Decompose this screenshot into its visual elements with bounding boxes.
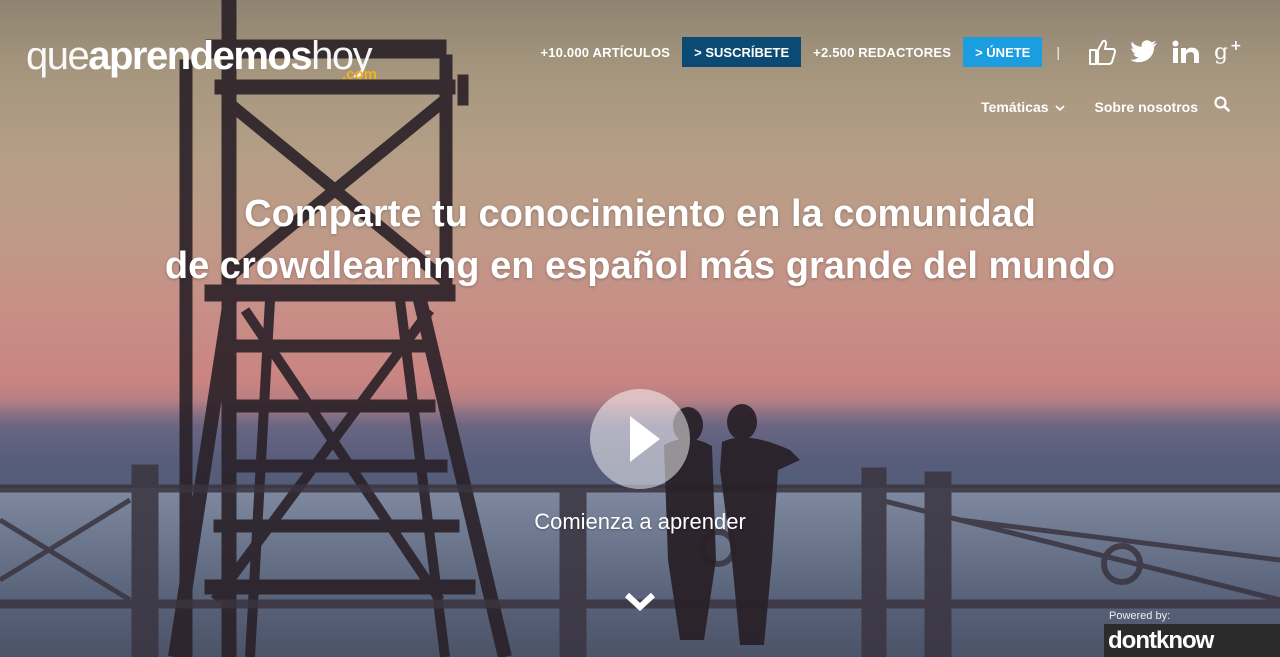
svg-text:g: g [1214,40,1228,65]
scroll-down-button[interactable] [624,592,656,617]
subscribe-button[interactable]: > SUSCRÍBETE [682,37,802,67]
nav-tematicas[interactable]: Temáticas [981,98,1065,115]
hero-headline: Comparte tu conocimiento en la comunidad… [0,188,1280,292]
powered-by-label: Powered by: [1109,610,1171,622]
start-learning-link[interactable]: Comienza a aprender [0,509,1280,535]
chevron-down-icon [1054,104,1065,111]
railing-post [861,467,887,657]
social-links: g + [1074,39,1242,65]
nav-label: Temáticas [981,98,1049,115]
powered-by-box: dontknow [1104,624,1280,657]
railing-post [131,464,159,657]
headline-line: de crowdlearning en español más grande d… [164,245,1116,287]
main-nav: Temáticas Sobre nosotros [951,96,1230,117]
play-video-button[interactable] [590,389,690,489]
railing-post [924,471,952,657]
svg-text:+: + [1230,39,1242,54]
person-head [727,404,757,440]
tower-pole [457,74,469,106]
person-body [720,437,800,645]
logo-suffix: .com [342,66,378,83]
separator: | [1056,44,1060,60]
tower-rung [229,399,436,413]
like-icon[interactable] [1088,39,1116,65]
google-plus-icon[interactable]: g + [1214,39,1242,65]
articles-stat: +10.000 ARTÍCULOS [540,44,671,60]
powered-by-brand: dontknow [1108,627,1214,654]
chevron-down-icon [624,592,656,612]
logo-part: aprendemos [88,34,312,78]
headline-line: Comparte tu conocimiento en la comunidad [244,193,1036,235]
tower-brace [210,307,435,603]
tower-beam [214,79,456,95]
linkedin-icon[interactable] [1172,40,1200,64]
writers-stat: +2.500 REDACTORES [813,44,952,60]
tower-rung [221,459,448,473]
nav-label: Sobre nosotros [1094,98,1198,115]
play-icon [630,416,660,462]
search-icon[interactable] [1214,96,1230,117]
twitter-icon[interactable] [1130,40,1158,64]
nav-sobre-nosotros[interactable]: Sobre nosotros [1095,99,1198,115]
powered-by-badge[interactable]: Powered by: dontknow [1104,606,1280,657]
logo-part: que [26,34,90,78]
join-button[interactable]: > ÚNETE [963,37,1043,67]
site-logo[interactable]: queaprendemoshoy [26,34,373,78]
top-bar: +10.000 ARTÍCULOS > SUSCRÍBETE +2.500 RE… [540,37,1242,67]
